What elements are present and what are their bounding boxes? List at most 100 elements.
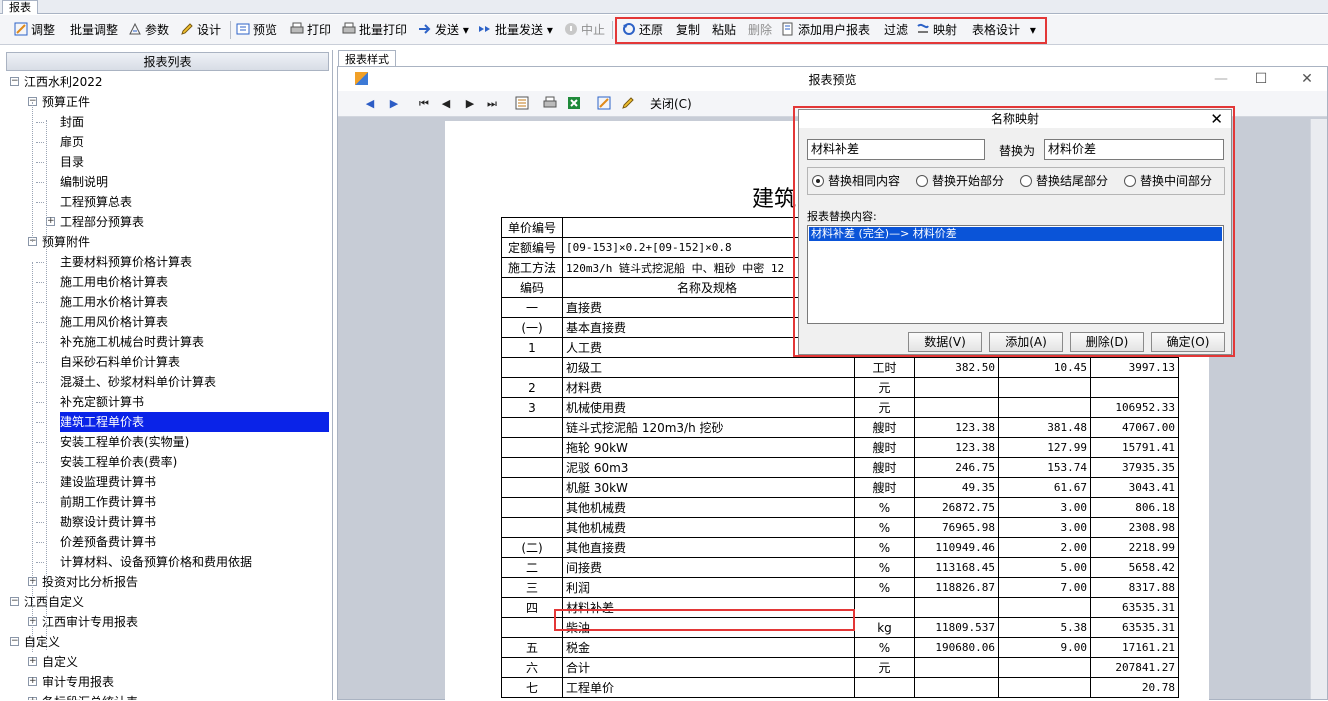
replace-mode-radio[interactable]: 替换中间部分 [1124, 174, 1212, 188]
add-button[interactable]: 添加(A) [989, 332, 1063, 352]
add-user-report-button[interactable]: 添加用户报表 [781, 20, 870, 40]
tree-item[interactable]: 前期工作费计算书 [60, 492, 156, 512]
tree-item[interactable]: 江西水利2022 [24, 72, 103, 92]
printer-icon[interactable] [542, 96, 558, 112]
replace-mode-radio[interactable]: 替换相同内容 [812, 174, 900, 188]
tree-item[interactable]: 主要材料预算价格计算表 [60, 252, 192, 272]
tree-item[interactable]: 补充施工机械台时费计算表 [60, 332, 204, 352]
cell-unit [854, 677, 915, 698]
close-preview-button[interactable]: 关闭(C) [650, 96, 692, 112]
next-page-icon[interactable]: ▶ [462, 96, 478, 112]
pencil-icon[interactable] [620, 96, 636, 112]
cell-code: 三 [501, 577, 563, 598]
expand-icon[interactable]: + [28, 677, 37, 686]
tree-item[interactable]: 编制说明 [60, 172, 108, 192]
tree-item[interactable]: 补充定额计算书 [60, 392, 144, 412]
tree-item[interactable]: 预算正件 [42, 92, 90, 112]
preview-vertical-scrollbar[interactable] [1310, 119, 1327, 699]
tree-connector [36, 462, 44, 463]
replace-content-list[interactable]: 材料补差 (完全)—> 材料价差 [807, 225, 1224, 324]
paste-button[interactable]: 粘贴 [712, 20, 736, 40]
cell-unit: 工时 [854, 357, 915, 378]
cell-name: 间接费 [562, 557, 855, 578]
excel-icon[interactable] [566, 96, 582, 112]
send-button[interactable]: 发送 ▾ [418, 20, 469, 40]
export-icon[interactable] [514, 96, 530, 112]
batch-print-button[interactable]: 批量打印 [342, 20, 407, 40]
filter-button[interactable]: 过滤 [884, 20, 908, 40]
tree-item[interactable]: 自定义 [42, 652, 78, 672]
restore-button[interactable]: 还原 [622, 20, 663, 40]
tree-item[interactable]: 建设监理费计算书 [60, 472, 156, 492]
batch-adjust-button[interactable]: 批量调整 [70, 20, 118, 40]
batch-send-button[interactable]: 批量发送 ▾ [478, 20, 553, 40]
replace-mode-radio[interactable]: 替换开始部分 [916, 174, 1004, 188]
tree-item[interactable]: 安装工程单价表(实物量) [60, 432, 189, 452]
cell-quantity: 246.75 [914, 457, 999, 478]
preview-button[interactable]: 预览 [236, 20, 277, 40]
cell-code [501, 517, 563, 538]
tree-item[interactable]: 施工用水价格计算表 [60, 292, 168, 312]
tree-item[interactable]: 计算材料、设备预算价格和费用依据 [60, 552, 252, 572]
tree-item[interactable]: 工程预算总表 [60, 192, 132, 212]
replace-mode-radio[interactable]: 替换结尾部分 [1020, 174, 1108, 188]
source-name-input[interactable]: 材料补差 [807, 139, 985, 160]
collapse-icon[interactable]: − [10, 597, 19, 606]
ok-button[interactable]: 确定(O) [1151, 332, 1225, 352]
tree-item[interactable]: 混凝土、砂浆材料单价计算表 [60, 372, 216, 392]
tree-item[interactable]: 建筑工程单价表 [60, 412, 329, 432]
collapse-icon[interactable]: − [10, 77, 19, 86]
cell-code [501, 417, 563, 438]
tree-item[interactable]: 预算附件 [42, 232, 90, 252]
delete-button[interactable]: 删除(D) [1070, 332, 1144, 352]
adjust-button[interactable]: 调整 [14, 20, 55, 40]
tree-item[interactable]: 扉页 [60, 132, 84, 152]
last-page-icon[interactable]: ⏭ [484, 96, 500, 112]
tab-report-style[interactable]: 报表样式 [338, 50, 396, 67]
list-item[interactable]: 材料补差 (完全)—> 材料价差 [809, 227, 1222, 241]
prev-page-icon[interactable]: ◀ [438, 96, 454, 112]
params-button[interactable]: 参数 [128, 20, 169, 40]
print-button[interactable]: 打印 [290, 20, 331, 40]
tree-item[interactable]: 审计专用报表 [42, 672, 114, 692]
tree-item[interactable]: 施工用风价格计算表 [60, 312, 168, 332]
close-window-button[interactable]: ✕ [1292, 69, 1322, 89]
tree-item[interactable]: 各标段汇总统计表 [42, 692, 138, 700]
prev-icon[interactable]: ◀ [362, 96, 378, 112]
tree-item[interactable]: 勘察设计费计算书 [60, 512, 156, 532]
maximize-button[interactable]: ☐ [1246, 69, 1276, 89]
tree-item[interactable]: 投资对比分析报告 [42, 572, 138, 592]
stop-button[interactable]: 中止 [564, 20, 605, 40]
tab-report[interactable]: 报表 [2, 0, 38, 14]
tree-connector [46, 120, 47, 650]
first-page-icon[interactable]: ⏮ [416, 96, 432, 112]
expand-icon[interactable]: + [46, 217, 55, 226]
data-button[interactable]: 数据(V) [908, 332, 982, 352]
cell-quantity: 110949.46 [914, 537, 999, 558]
minimize-button[interactable]: — [1206, 69, 1236, 89]
expand-icon[interactable]: + [28, 657, 37, 666]
tree-item[interactable]: 目录 [60, 152, 84, 172]
tree-item[interactable]: 自采砂石料单价计算表 [60, 352, 180, 372]
table-design-button[interactable]: 表格设计 ▾ [972, 20, 1036, 40]
mapping-button[interactable]: 映射 [916, 20, 957, 40]
tree-item[interactable]: 工程部分预算表 [60, 212, 144, 232]
tree-item[interactable]: 江西自定义 [24, 592, 84, 612]
cell-name: 税金 [562, 637, 855, 658]
target-name-input[interactable]: 材料价差 [1044, 139, 1224, 160]
close-icon[interactable]: ✕ [1210, 110, 1223, 128]
tree-item[interactable]: 自定义 [24, 632, 60, 652]
tree-item[interactable]: 价差预备费计算书 [60, 532, 156, 552]
design-button[interactable]: 设计 [180, 20, 221, 40]
collapse-icon[interactable]: − [10, 637, 19, 646]
next-icon[interactable]: ▶ [386, 96, 402, 112]
cell-name: 合计 [562, 657, 855, 678]
tree-item[interactable]: 施工用电价格计算表 [60, 272, 168, 292]
tree-item[interactable]: 江西审计专用报表 [42, 612, 138, 632]
delete-button[interactable]: 删除 [748, 20, 772, 40]
tree-item[interactable]: 安装工程单价表(费率) [60, 452, 177, 472]
cell-price [998, 677, 1091, 698]
copy-button[interactable]: 复制 [676, 20, 700, 40]
adjust-icon[interactable] [596, 96, 612, 112]
tree-item[interactable]: 封面 [60, 112, 84, 132]
